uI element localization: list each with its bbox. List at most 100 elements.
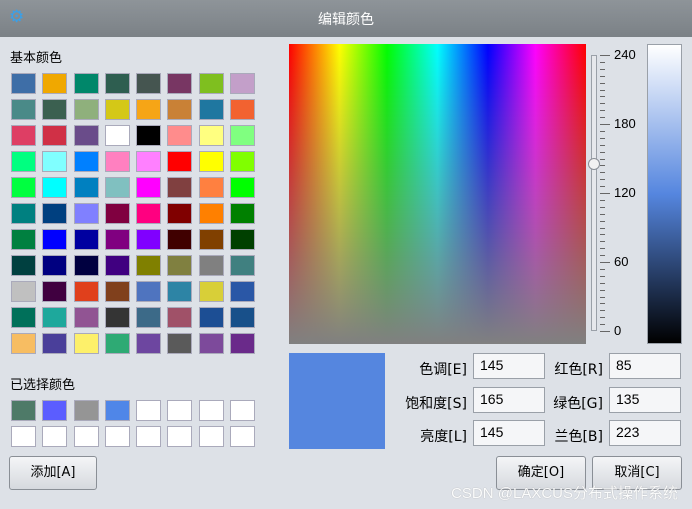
basic-color-swatch[interactable] bbox=[42, 203, 68, 224]
basic-color-swatch[interactable] bbox=[42, 177, 68, 198]
basic-color-swatch[interactable] bbox=[198, 151, 224, 172]
custom-color-swatch[interactable] bbox=[198, 400, 224, 421]
custom-color-swatch[interactable] bbox=[104, 426, 130, 447]
luminance-slider-thumb[interactable] bbox=[588, 158, 600, 171]
luminance-slider-track[interactable] bbox=[591, 55, 597, 331]
basic-color-swatch[interactable] bbox=[73, 255, 99, 276]
red-field[interactable]: 85 bbox=[609, 353, 681, 379]
basic-color-swatch[interactable] bbox=[42, 281, 68, 302]
basic-color-swatch[interactable] bbox=[11, 73, 36, 94]
luminance-field[interactable]: 145 bbox=[473, 420, 545, 446]
basic-color-swatch[interactable] bbox=[198, 99, 224, 120]
custom-color-swatch[interactable] bbox=[198, 426, 224, 447]
basic-color-swatch[interactable] bbox=[104, 229, 130, 250]
basic-color-swatch[interactable] bbox=[42, 99, 68, 120]
basic-color-swatch[interactable] bbox=[73, 99, 99, 120]
luminance-bar[interactable] bbox=[647, 44, 682, 344]
basic-color-swatch[interactable] bbox=[230, 333, 256, 354]
basic-color-swatch[interactable] bbox=[136, 177, 162, 198]
basic-color-swatch[interactable] bbox=[42, 73, 68, 94]
basic-color-swatch[interactable] bbox=[167, 307, 193, 328]
basic-color-swatch[interactable] bbox=[230, 125, 256, 146]
basic-color-swatch[interactable] bbox=[73, 333, 99, 354]
basic-color-swatch[interactable] bbox=[167, 281, 193, 302]
custom-color-swatch[interactable] bbox=[230, 426, 256, 447]
title-bar[interactable]: ⚙ 编辑颜色 bbox=[0, 0, 692, 37]
basic-color-swatch[interactable] bbox=[73, 125, 99, 146]
basic-color-swatch[interactable] bbox=[104, 307, 130, 328]
basic-color-swatch[interactable] bbox=[230, 255, 256, 276]
basic-color-swatch[interactable] bbox=[198, 255, 224, 276]
basic-color-swatch[interactable] bbox=[167, 229, 193, 250]
basic-color-swatch[interactable] bbox=[73, 203, 99, 224]
basic-color-swatch[interactable] bbox=[42, 333, 68, 354]
basic-color-swatch[interactable] bbox=[230, 151, 256, 172]
basic-color-swatch[interactable] bbox=[11, 203, 36, 224]
basic-color-swatch[interactable] bbox=[104, 333, 130, 354]
basic-color-swatch[interactable] bbox=[198, 125, 224, 146]
basic-color-swatch[interactable] bbox=[230, 177, 256, 198]
basic-color-swatch[interactable] bbox=[167, 99, 193, 120]
hue-saturation-spectrum[interactable] bbox=[289, 44, 586, 344]
basic-color-swatch[interactable] bbox=[11, 99, 36, 120]
basic-color-swatch[interactable] bbox=[136, 255, 162, 276]
basic-color-swatch[interactable] bbox=[104, 151, 130, 172]
basic-color-swatch[interactable] bbox=[230, 229, 256, 250]
basic-color-swatch[interactable] bbox=[136, 229, 162, 250]
basic-color-swatch[interactable] bbox=[198, 333, 224, 354]
basic-color-swatch[interactable] bbox=[230, 307, 256, 328]
basic-color-swatch[interactable] bbox=[198, 177, 224, 198]
basic-color-swatch[interactable] bbox=[73, 281, 99, 302]
hue-field[interactable]: 145 bbox=[473, 353, 545, 379]
basic-color-swatch[interactable] bbox=[167, 177, 193, 198]
basic-color-swatch[interactable] bbox=[104, 177, 130, 198]
basic-color-swatch[interactable] bbox=[198, 229, 224, 250]
basic-color-swatch[interactable] bbox=[42, 125, 68, 146]
basic-color-swatch[interactable] bbox=[73, 151, 99, 172]
basic-color-swatch[interactable] bbox=[198, 307, 224, 328]
basic-color-swatch[interactable] bbox=[167, 203, 193, 224]
basic-color-swatch[interactable] bbox=[104, 255, 130, 276]
basic-color-swatch[interactable] bbox=[104, 73, 130, 94]
basic-color-swatch[interactable] bbox=[11, 307, 36, 328]
basic-color-swatch[interactable] bbox=[42, 229, 68, 250]
basic-color-swatch[interactable] bbox=[230, 203, 256, 224]
basic-color-swatch[interactable] bbox=[104, 203, 130, 224]
basic-color-swatch[interactable] bbox=[104, 99, 130, 120]
basic-color-swatch[interactable] bbox=[11, 151, 36, 172]
basic-color-swatch[interactable] bbox=[136, 333, 162, 354]
basic-color-swatch[interactable] bbox=[198, 203, 224, 224]
basic-color-swatch[interactable] bbox=[230, 281, 256, 302]
basic-color-swatch[interactable] bbox=[136, 73, 162, 94]
custom-color-swatch[interactable] bbox=[42, 400, 68, 421]
basic-color-swatch[interactable] bbox=[136, 125, 162, 146]
basic-color-swatch[interactable] bbox=[167, 333, 193, 354]
basic-color-swatch[interactable] bbox=[11, 229, 36, 250]
basic-color-swatch[interactable] bbox=[136, 281, 162, 302]
basic-color-swatch[interactable] bbox=[73, 73, 99, 94]
custom-color-swatch[interactable] bbox=[42, 426, 68, 447]
add-custom-color-button[interactable]: 添加[A] bbox=[9, 456, 97, 490]
basic-color-swatch[interactable] bbox=[136, 307, 162, 328]
custom-color-swatch[interactable] bbox=[167, 426, 193, 447]
basic-color-swatch[interactable] bbox=[73, 177, 99, 198]
green-field[interactable]: 135 bbox=[609, 387, 681, 413]
basic-color-swatch[interactable] bbox=[42, 255, 68, 276]
custom-color-swatch[interactable] bbox=[104, 400, 130, 421]
basic-color-swatch[interactable] bbox=[167, 73, 193, 94]
basic-color-swatch[interactable] bbox=[11, 281, 36, 302]
basic-color-swatch[interactable] bbox=[42, 151, 68, 172]
saturation-field[interactable]: 165 bbox=[473, 387, 545, 413]
custom-color-swatch[interactable] bbox=[136, 426, 162, 447]
basic-color-swatch[interactable] bbox=[136, 203, 162, 224]
basic-color-swatch[interactable] bbox=[11, 333, 36, 354]
blue-field[interactable]: 223 bbox=[609, 420, 681, 446]
basic-color-swatch[interactable] bbox=[73, 307, 99, 328]
custom-color-swatch[interactable] bbox=[11, 426, 36, 447]
basic-color-swatch[interactable] bbox=[230, 99, 256, 120]
basic-color-swatch[interactable] bbox=[104, 125, 130, 146]
basic-color-swatch[interactable] bbox=[136, 151, 162, 172]
basic-color-swatch[interactable] bbox=[167, 255, 193, 276]
basic-color-swatch[interactable] bbox=[104, 281, 130, 302]
custom-color-swatch[interactable] bbox=[73, 400, 99, 421]
